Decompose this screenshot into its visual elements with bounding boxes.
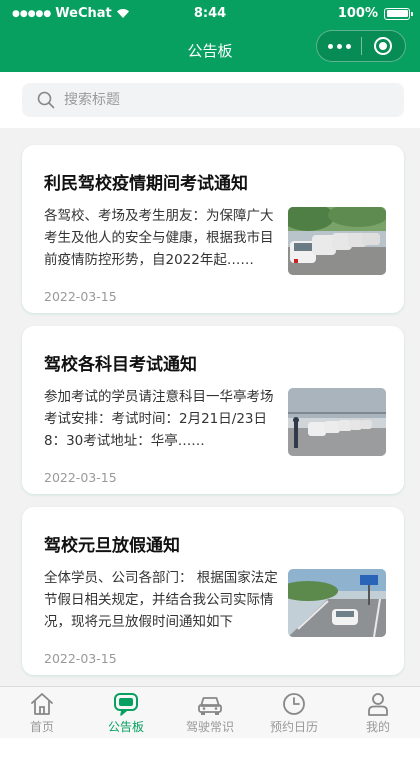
notice-title: 利民驾校疫情期间考试通知: [44, 174, 248, 194]
more-menu-button[interactable]: [317, 43, 361, 49]
home-icon: [31, 693, 53, 715]
tab-home[interactable]: 首页: [0, 687, 84, 738]
notice-summary: 参加考试的学员请注意科目一华亭考场考试安排：考试时间：2月21日/23日 8：3…: [44, 389, 274, 449]
tab-label: 公告板: [107, 720, 144, 734]
search-input[interactable]: [64, 92, 364, 108]
notice-thumbnail: [288, 569, 386, 637]
notice-list: 利民驾校疫情期间考试通知 各驾校、考场及考生朋友：为保障广大考生及他人的安全与健…: [22, 145, 404, 688]
notice-title: 驾校元旦放假通知: [44, 536, 180, 556]
close-mini-program-button[interactable]: [362, 37, 405, 55]
status-bar: ●●●●● WeChat 8:44 100%: [0, 0, 420, 28]
more-dot-icon: [327, 43, 333, 49]
tab-label: 驾驶常识: [185, 720, 234, 734]
tab-label: 预约日历: [269, 720, 318, 734]
notice-card[interactable]: 利民驾校疫情期间考试通知 各驾校、考场及考生朋友：为保障广大考生及他人的安全与健…: [22, 145, 404, 313]
tab-bar: 首页 公告板 驾驶常识 预约日历 我的: [0, 686, 420, 738]
search-box[interactable]: [22, 83, 404, 117]
search-icon: [37, 91, 55, 109]
tab-label: 首页: [29, 720, 54, 734]
tab-booking-calendar[interactable]: 预约日历: [252, 687, 336, 738]
notice-card[interactable]: 驾校各科目考试通知 参加考试的学员请注意科目一华亭考场考试安排：考试时间：2月2…: [22, 326, 404, 494]
phone-screen: ●●●●● WeChat 8:44 100% 公告板 搜索标题 利民驾校疫情期间…: [0, 0, 420, 738]
more-dot-icon: [336, 43, 342, 49]
notice-date: 2022-03-15: [44, 289, 117, 304]
tab-mine[interactable]: 我的: [336, 687, 420, 738]
tab-driving-tips[interactable]: 驾驶常识: [168, 687, 252, 738]
notice-date: 2022-03-15: [44, 651, 117, 666]
notice-summary: 全体学员、公司各部门： 根据国家法定节假日相关规定，并结合我公司实际情况，现将元…: [44, 570, 278, 630]
tab-bulletin[interactable]: 公告板: [84, 687, 168, 738]
notice-title: 驾校各科目考试通知: [44, 355, 197, 375]
user-icon: [368, 693, 388, 716]
more-dot-icon: [345, 43, 351, 49]
notice-thumbnail: [288, 388, 386, 456]
message-icon: [114, 693, 138, 716]
notice-card[interactable]: 驾校元旦放假通知 全体学员、公司各部门： 根据国家法定节假日相关规定，并结合我公…: [22, 507, 404, 675]
target-circle-icon: [374, 37, 393, 55]
battery-percent: 100%: [337, 6, 378, 21]
mini-program-capsule: [316, 30, 406, 62]
notice-summary: 各驾校、考场及考生朋友：为保障广大考生及他人的安全与健康，根据我市目前疫情防控形…: [44, 208, 274, 268]
app-header: ●●●●● WeChat 8:44 100% 公告板: [0, 0, 420, 72]
search-bar: [0, 72, 420, 128]
notice-thumbnail: [288, 207, 386, 275]
tab-label: 我的: [365, 720, 390, 734]
battery-icon: [384, 7, 413, 20]
notice-date: 2022-03-15: [44, 470, 117, 485]
car-icon: [198, 697, 222, 715]
clock-icon: [283, 693, 305, 715]
